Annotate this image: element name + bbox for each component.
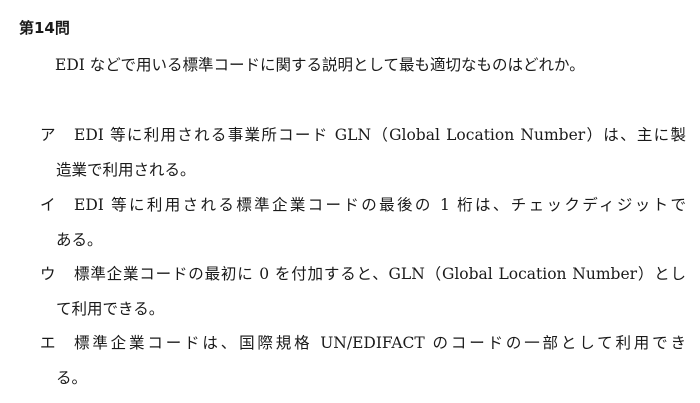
- choice-text-line: 標準企業コードの最初に 0 を付加すると、GLN（Global Location…: [74, 265, 686, 283]
- choice-text-line: EDI 等に利用される標準企業コードの最後の 1 桁は、チェックディジットで: [74, 196, 686, 214]
- choice-mark: イ: [40, 196, 56, 214]
- choice-text-line: EDI 等に利用される事業所コード GLN（Global Location Nu…: [74, 126, 686, 144]
- choice-text-line: 造業で利用される。: [56, 161, 196, 179]
- choice-a: ア EDI 等に利用される事業所コード GLN（Global Location …: [40, 124, 686, 181]
- choice-mark: エ: [40, 334, 56, 352]
- choice-mark: ア: [40, 126, 56, 144]
- question-number: 第14問: [19, 19, 70, 37]
- choice-text-line: て利用できる。: [56, 300, 165, 318]
- choice-u: ウ 標準企業コードの最初に 0 を付加すると、GLN（Global Locati…: [40, 263, 686, 320]
- choice-i: イ EDI 等に利用される標準企業コードの最後の 1 桁は、チェックディジットで…: [40, 194, 686, 251]
- choice-text-line: る。: [56, 369, 88, 387]
- question-stem: EDI などで用いる標準コードに関する説明として最も適切なものはどれか。: [55, 56, 585, 74]
- choice-mark: ウ: [40, 265, 56, 283]
- choice-text-line: 標準企業コードは、国際規格 UN/EDIFACT のコードの一部として利用でき: [74, 334, 686, 352]
- choice-e: エ 標準企業コードは、国際規格 UN/EDIFACT のコードの一部として利用で…: [40, 332, 686, 389]
- choice-text-line: ある。: [56, 231, 103, 249]
- exam-page: 第14問 EDI などで用いる標準コードに関する説明として最も適切なものはどれか…: [0, 0, 700, 403]
